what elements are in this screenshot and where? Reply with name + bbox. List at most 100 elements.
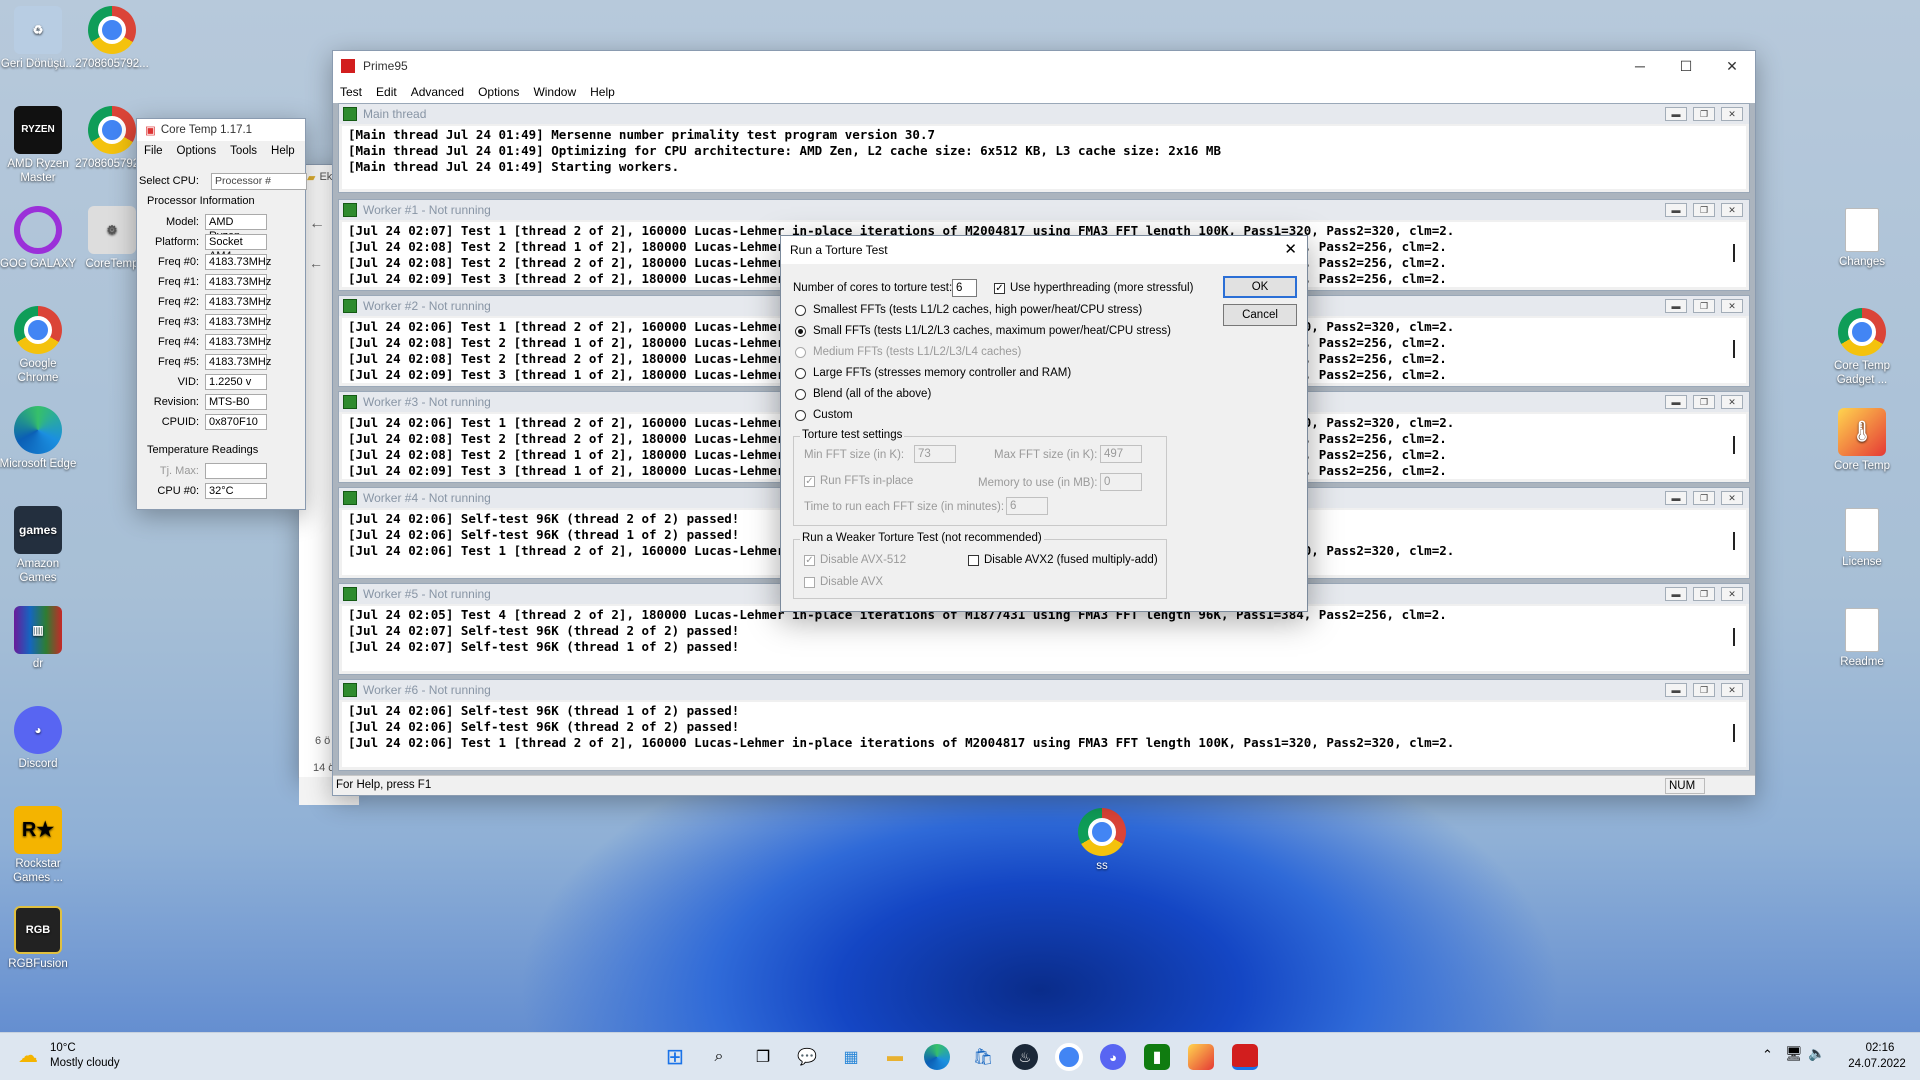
edge-icon[interactable] — [924, 1044, 950, 1070]
log-output[interactable]: [Jul 24 02:05] Test 4 [thread 2 of 2], 1… — [342, 606, 1746, 671]
child-restore-button[interactable]: ❐ — [1693, 299, 1715, 313]
menu-advanced[interactable]: Advanced — [404, 85, 471, 99]
network-icon[interactable]: 🖥 — [1785, 1045, 1803, 1062]
child-minimize-button[interactable]: ▬ — [1665, 203, 1687, 217]
task-view-icon[interactable]: ❐ — [748, 1042, 778, 1072]
start-icon[interactable]: ⊞ — [660, 1042, 690, 1072]
scrollbar-thumb[interactable] — [1733, 628, 1735, 646]
child-restore-button[interactable]: ❐ — [1693, 491, 1715, 505]
child-close-button[interactable]: ✕ — [1721, 107, 1743, 121]
ryzen-master-shortcut[interactable]: RYZEN AMD Ryzen Master — [0, 106, 78, 185]
menu-help[interactable]: Help — [583, 85, 622, 99]
log-output[interactable]: [Jul 24 02:06] Self-test 96K (thread 1 o… — [342, 702, 1746, 767]
menu-window[interactable]: Window — [526, 85, 583, 99]
edge-shortcut[interactable]: Microsoft Edge — [0, 406, 78, 471]
child-restore-button[interactable]: ❐ — [1693, 107, 1715, 121]
hyperthreading-option[interactable]: ✓ Use hyperthreading (more stressful) — [994, 282, 1193, 294]
ok-button[interactable]: OK — [1223, 276, 1297, 298]
menu-edit[interactable]: Edit — [369, 85, 404, 99]
chrome-icon[interactable] — [1056, 1044, 1082, 1070]
menu-options[interactable]: Options — [170, 145, 224, 157]
child-restore-button[interactable]: ❐ — [1693, 203, 1715, 217]
ss-shortcut[interactable]: ss — [1062, 808, 1142, 873]
menu-options[interactable]: Options — [471, 85, 526, 99]
back-arrow-icon[interactable]: ← — [309, 255, 323, 271]
child-restore-button[interactable]: ❐ — [1693, 395, 1715, 409]
menu-file[interactable]: File — [137, 145, 170, 157]
child-close-button[interactable]: ✕ — [1721, 491, 1743, 505]
dialog-close-icon[interactable]: ✕ — [1284, 240, 1297, 258]
disable-avx2-checkbox[interactable] — [968, 554, 979, 566]
core-temp-window[interactable]: ▣ Core Temp 1.17.1 File Options Tools Hel… — [136, 118, 307, 510]
core-temp-gadget-shortcut[interactable]: Core Temp Gadget ... — [1822, 308, 1902, 387]
scrollbar-thumb[interactable] — [1733, 244, 1735, 262]
menu-tools[interactable]: Tools — [223, 145, 264, 157]
select-cpu-dropdown[interactable]: Processor # — [211, 173, 307, 190]
google-chrome-shortcut[interactable]: Google Chrome — [0, 306, 78, 385]
recycle-bin-shortcut[interactable]: ♻ Geri Dönüşü... — [0, 6, 78, 71]
tray-overflow-icon[interactable]: ⌃ — [1762, 1047, 1773, 1063]
menu-test[interactable]: Test — [333, 85, 369, 99]
scrollbar-thumb[interactable] — [1733, 340, 1735, 358]
winrar-shortcut[interactable]: ▥ dr — [0, 606, 78, 671]
child-close-button[interactable]: ✕ — [1721, 203, 1743, 217]
minimize-button[interactable]: ─ — [1617, 51, 1663, 81]
amazon-games-shortcut[interactable]: games Amazon Games — [0, 506, 78, 585]
child-minimize-button[interactable]: ▬ — [1665, 107, 1687, 121]
license-file-shortcut[interactable]: License — [1822, 508, 1902, 569]
scrollbar-thumb[interactable] — [1733, 532, 1735, 550]
weather-icon[interactable]: ☁ — [18, 1043, 38, 1068]
weather-description[interactable]: Mostly cloudy — [50, 1057, 120, 1069]
maximize-button[interactable]: ☐ — [1663, 51, 1709, 81]
cores-input[interactable]: 6 — [952, 279, 977, 297]
small-ffts-option[interactable]: Small FFTs (tests L1/L2/L3 caches, maxim… — [795, 325, 1171, 337]
child-restore-button[interactable]: ❐ — [1693, 587, 1715, 601]
back-arrow-icon[interactable]: ← — [309, 215, 325, 233]
core-temp-shortcut[interactable]: 🌡 Core Temp — [1822, 408, 1902, 473]
changes-file-shortcut[interactable]: Changes — [1822, 208, 1902, 269]
gog-galaxy-shortcut[interactable]: GOG GALAXY — [0, 206, 78, 271]
readme-file-shortcut[interactable]: Readme — [1822, 608, 1902, 669]
store-icon[interactable]: 🛍 — [968, 1042, 998, 1072]
child-close-button[interactable]: ✕ — [1721, 299, 1743, 313]
chrome-shortcut-1[interactable]: 2708605792... — [72, 6, 152, 71]
discord-shortcut[interactable]: ◕ Discord — [0, 706, 78, 771]
photos-icon[interactable]: ▦ — [836, 1042, 866, 1072]
child-minimize-button[interactable]: ▬ — [1665, 587, 1687, 601]
child-close-button[interactable]: ✕ — [1721, 683, 1743, 697]
chat-icon[interactable]: 💬 — [792, 1042, 822, 1072]
weather-temp[interactable]: 10°C — [50, 1042, 76, 1054]
child-minimize-button[interactable]: ▬ — [1665, 491, 1687, 505]
torture-test-dialog[interactable]: Run a Torture Test ✕ Number of cores to … — [780, 235, 1308, 612]
core-temp-icon[interactable] — [1188, 1044, 1214, 1070]
cancel-button[interactable]: Cancel — [1223, 304, 1297, 326]
blend-option[interactable]: Blend (all of the above) — [795, 388, 931, 400]
disable-avx2-option[interactable]: Disable AVX2 (fused multiply-add) — [968, 554, 1158, 566]
prime95-icon[interactable] — [1232, 1044, 1258, 1070]
volume-icon[interactable]: 🔈 — [1808, 1045, 1825, 1062]
child-minimize-button[interactable]: ▬ — [1665, 299, 1687, 313]
close-button[interactable]: ✕ — [1709, 51, 1755, 81]
child-close-button[interactable]: ✕ — [1721, 395, 1743, 409]
file-explorer-icon[interactable]: ▬ — [880, 1042, 910, 1072]
hyperthreading-checkbox[interactable]: ✓ — [994, 282, 1005, 294]
main-thread-window[interactable]: Main thread ▬ ❐ ✕ [Main thread Jul 24 01:49]… — [338, 103, 1750, 193]
large-ffts-option[interactable]: Large FFTs (stresses memory controller a… — [795, 367, 1071, 379]
rgb-fusion-shortcut[interactable]: RGB RGBFusion — [0, 906, 78, 971]
child-minimize-button[interactable]: ▬ — [1665, 683, 1687, 697]
discord-icon[interactable]: ◕ — [1100, 1044, 1126, 1070]
menu-help[interactable]: Help — [264, 145, 302, 157]
worker-window[interactable]: Worker #6 - Not running ▬ ❐ ✕ [Jul 24 02:06]… — [338, 679, 1750, 771]
child-restore-button[interactable]: ❐ — [1693, 683, 1715, 697]
search-icon[interactable]: ⌕ — [704, 1042, 734, 1072]
steam-icon[interactable]: ♨ — [1012, 1044, 1038, 1070]
smallest-ffts-option[interactable]: Smallest FFTs (tests L1/L2 caches, high … — [795, 304, 1142, 316]
custom-option[interactable]: Custom — [795, 409, 853, 421]
child-close-button[interactable]: ✕ — [1721, 587, 1743, 601]
clock-time[interactable]: 02:16 — [1850, 1042, 1910, 1054]
gamepass-icon[interactable]: ▮ — [1144, 1044, 1170, 1070]
rockstar-shortcut[interactable]: R★ Rockstar Games ... — [0, 806, 78, 885]
scrollbar-thumb[interactable] — [1733, 724, 1735, 742]
log-output[interactable]: [Main thread Jul 24 01:49] Mersenne numb… — [342, 126, 1746, 189]
clock-date[interactable]: 24.07.2022 — [1842, 1058, 1912, 1070]
